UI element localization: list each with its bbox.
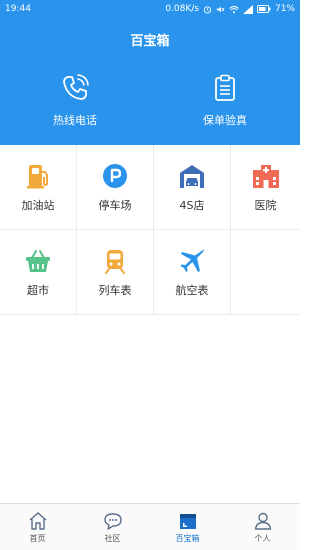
empty-cell xyxy=(231,230,300,315)
status-time: 19:44 xyxy=(5,4,31,14)
supermarket-label: 超市 xyxy=(27,284,49,297)
service-grid: 加油站 停车场 4S店 医院 超市 列车表 航空表 xyxy=(0,145,300,315)
grid-row: 加油站 停车场 4S店 医院 xyxy=(0,145,300,230)
wifi-icon xyxy=(229,5,239,13)
tab-home-label: 首页 xyxy=(29,533,46,543)
tab-community-label: 社区 xyxy=(104,533,121,543)
garage-icon xyxy=(180,165,204,188)
hotline-button[interactable]: 热线电话 xyxy=(0,60,150,145)
hotline-label: 热线电话 xyxy=(53,114,97,127)
status-bar: 19:44 0.08K/s 71% xyxy=(0,0,300,18)
hospital-icon xyxy=(252,165,279,188)
policy-verify-button[interactable]: 保单验真 xyxy=(150,60,300,145)
tab-profile[interactable]: 个人 xyxy=(225,504,300,550)
train-icon xyxy=(105,250,125,274)
network-speed: 0.08K/s xyxy=(165,4,199,14)
airplane-icon xyxy=(180,249,204,272)
parking-label: 停车场 xyxy=(98,199,132,212)
chat-icon xyxy=(103,512,122,530)
bottom-tab-bar: 首页 社区 百宝箱 个人 xyxy=(0,503,300,550)
status-indicators: 0.08K/s 71% xyxy=(165,4,295,14)
basket-icon xyxy=(26,250,50,272)
tab-toolbox[interactable]: 百宝箱 xyxy=(150,504,225,550)
clipboard-icon xyxy=(215,74,235,101)
train-schedule-label: 列车表 xyxy=(98,284,132,297)
gas-station-icon xyxy=(27,165,48,189)
tab-toolbox-label: 百宝箱 xyxy=(175,533,200,543)
hospital-label: 医院 xyxy=(254,199,277,212)
supermarket-button[interactable]: 超市 xyxy=(0,230,77,315)
battery-icon xyxy=(256,5,271,13)
hospital-button[interactable]: 医院 xyxy=(231,145,300,230)
alarm-icon xyxy=(203,5,212,14)
parking-icon xyxy=(103,164,127,188)
gas-station-button[interactable]: 加油站 xyxy=(0,145,77,230)
grid-row: 超市 列车表 航空表 xyxy=(0,230,300,315)
tab-home[interactable]: 首页 xyxy=(0,504,75,550)
hero-actions: 热线电话 保单验真 xyxy=(0,60,300,145)
train-schedule-button[interactable]: 列车表 xyxy=(77,230,154,315)
home-icon xyxy=(29,511,46,530)
person-icon xyxy=(254,512,271,530)
tab-profile-label: 个人 xyxy=(254,533,271,543)
gas-station-label: 加油站 xyxy=(21,199,55,212)
4s-store-label: 4S店 xyxy=(179,199,205,212)
page-title: 百宝箱 xyxy=(130,33,170,49)
4s-store-button[interactable]: 4S店 xyxy=(154,145,231,230)
mute-icon xyxy=(216,6,225,12)
phone-icon xyxy=(63,74,89,100)
policy-verify-label: 保单验真 xyxy=(203,114,247,127)
header: 百宝箱 xyxy=(0,18,300,60)
flight-schedule-label: 航空表 xyxy=(175,284,209,297)
battery-level: 71% xyxy=(274,4,295,14)
tab-community[interactable]: 社区 xyxy=(75,504,150,550)
signal-icon xyxy=(242,4,253,14)
toolbox-icon xyxy=(179,513,196,529)
flight-schedule-button[interactable]: 航空表 xyxy=(154,230,231,315)
parking-button[interactable]: 停车场 xyxy=(77,145,154,230)
